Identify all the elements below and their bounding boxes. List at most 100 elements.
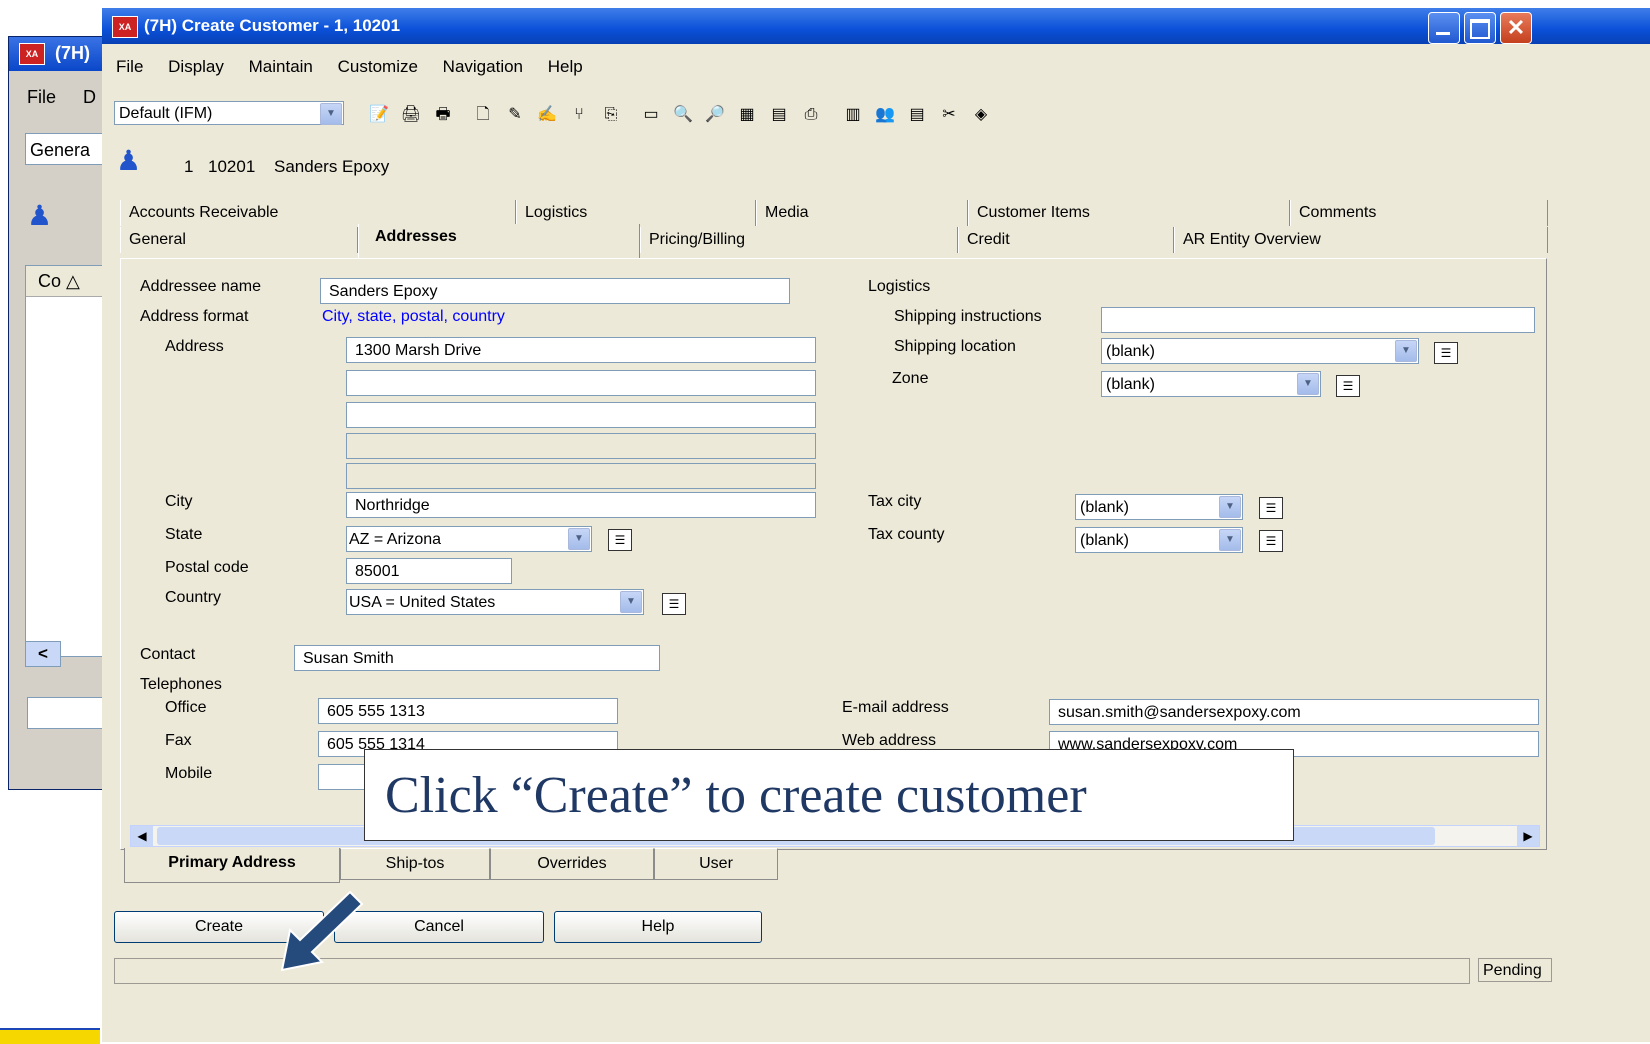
address-format-link[interactable]: City, state, postal, country	[322, 308, 505, 326]
office-phone-field[interactable]: 605 555 1313	[318, 698, 618, 724]
list-icon[interactable]: ▤	[904, 104, 930, 126]
scroll-right-icon[interactable]: ▶	[1517, 826, 1539, 846]
instruction-callout: Click “Create” to create customer	[364, 749, 1294, 841]
tab-media[interactable]: Media	[756, 200, 968, 226]
tax-county-label: Tax county	[868, 526, 945, 543]
bg-menu-file[interactable]: File	[27, 87, 56, 108]
city-field[interactable]: Northridge	[346, 492, 816, 518]
office-label: Office	[165, 699, 207, 716]
tab-ship-tos[interactable]: Ship-tos	[340, 848, 490, 880]
menu-customize[interactable]: Customize	[338, 57, 418, 76]
address-line-3[interactable]	[346, 402, 816, 428]
addressee-name-field[interactable]: Sanders Epoxy	[320, 278, 790, 304]
zone-lookup-icon[interactable]: ☰	[1336, 375, 1360, 397]
mobile-label: Mobile	[165, 765, 213, 782]
note-icon[interactable]: 📝	[366, 104, 392, 126]
city-label: City	[165, 493, 193, 510]
tab-accounts-receivable[interactable]: Accounts Receivable	[120, 200, 516, 226]
export-icon[interactable]: ⎙	[798, 104, 824, 126]
country-select[interactable]: USA = United States ▼	[346, 589, 644, 615]
zone-select[interactable]: (blank) ▼	[1101, 371, 1321, 397]
minimize-button[interactable]	[1428, 12, 1460, 44]
tab-comments[interactable]: Comments	[1290, 200, 1548, 226]
address-line-2[interactable]	[346, 370, 816, 396]
scroll-left-icon[interactable]: ◀	[131, 826, 153, 846]
new-document-icon[interactable]: 🗋	[470, 104, 496, 126]
tax-county-lookup-icon[interactable]: ☰	[1259, 530, 1283, 552]
chevron-down-icon: ▼	[620, 591, 642, 613]
logistics-label: Logistics	[868, 278, 931, 295]
tab-ar-entity-overview[interactable]: AR Entity Overview	[1174, 227, 1548, 253]
tab-pricing-billing[interactable]: Pricing/Billing	[640, 227, 958, 253]
help-button[interactable]: Help	[554, 911, 762, 943]
find-icon[interactable]: 🔍	[670, 104, 696, 126]
contact-field[interactable]: Susan Smith	[294, 645, 660, 671]
window-icon[interactable]: ◈	[968, 104, 994, 126]
app-icon: XA	[19, 43, 45, 65]
address-label: Address	[165, 338, 224, 355]
tools-icon[interactable]: ✂	[936, 104, 962, 126]
tab-user[interactable]: User	[654, 848, 778, 880]
header-customer-number: 10201	[208, 157, 256, 176]
chevron-down-icon: ▼	[568, 528, 590, 550]
tab-general[interactable]: General	[120, 227, 358, 253]
zone-label: Zone	[892, 370, 929, 387]
telephones-label: Telephones	[140, 676, 222, 693]
tab-primary-address[interactable]: Primary Address	[124, 848, 340, 883]
report-icon[interactable]: ▥	[840, 104, 866, 126]
print-icon[interactable]: 🖶	[430, 104, 456, 126]
status-text: Pending	[1478, 958, 1552, 982]
tax-city-lookup-icon[interactable]: ☰	[1259, 497, 1283, 519]
menu-file[interactable]: File	[116, 57, 143, 76]
email-field[interactable]: susan.smith@sandersexpoxy.com	[1049, 699, 1539, 725]
find-next-icon[interactable]: 🔎	[702, 104, 728, 126]
state-select[interactable]: AZ = Arizona ▼	[346, 526, 592, 552]
menu-help[interactable]: Help	[548, 57, 583, 76]
menu-navigation[interactable]: Navigation	[443, 57, 523, 76]
address-line-4	[346, 433, 816, 459]
tab-logistics[interactable]: Logistics	[516, 200, 756, 226]
people-icon[interactable]: 👥	[872, 104, 898, 126]
tax-county-select[interactable]: (blank) ▼	[1075, 527, 1243, 553]
postal-code-field[interactable]: 85001	[346, 558, 512, 584]
tab-addresses[interactable]: Addresses	[358, 224, 640, 258]
email-label: E-mail address	[842, 699, 949, 716]
scroll-left-arrow[interactable]: <	[25, 641, 61, 667]
chevron-down-icon: ▼	[1395, 340, 1417, 362]
view-select[interactable]: Default (IFM) ▼	[114, 101, 344, 125]
shipping-location-select[interactable]: (blank) ▼	[1101, 338, 1419, 364]
header-customer-name: Sanders Epoxy	[274, 157, 390, 176]
card-icon[interactable]: ▭	[638, 104, 664, 126]
contact-label: Contact	[140, 646, 196, 663]
tab-overrides[interactable]: Overrides	[490, 848, 654, 880]
calendar-icon[interactable]: ▦	[734, 104, 760, 126]
edit-icon[interactable]: ✎	[502, 104, 528, 126]
shipping-instructions-field[interactable]	[1101, 307, 1535, 333]
tab-credit[interactable]: Credit	[958, 227, 1174, 253]
menu-display[interactable]: Display	[168, 57, 224, 76]
tax-city-select[interactable]: (blank) ▼	[1075, 494, 1243, 520]
shipping-location-lookup-icon[interactable]: ☰	[1434, 342, 1458, 364]
bg-menu-display[interactable]: D	[83, 87, 96, 108]
address-line-5	[346, 463, 816, 489]
schedule-icon[interactable]: ▤	[766, 104, 792, 126]
state-lookup-icon[interactable]: ☰	[608, 529, 632, 551]
country-lookup-icon[interactable]: ☰	[662, 593, 686, 615]
copy-icon[interactable]: ⎘	[598, 104, 624, 126]
maximize-button[interactable]	[1464, 12, 1496, 44]
postal-code-label: Postal code	[165, 559, 249, 576]
close-button[interactable]: ✕	[1500, 12, 1532, 44]
address-line-1[interactable]: 1300 Marsh Drive	[346, 337, 816, 363]
shipping-instructions-label: Shipping instructions	[894, 308, 1042, 325]
menu-maintain[interactable]: Maintain	[249, 57, 313, 76]
signature-icon[interactable]: ✍	[534, 104, 560, 126]
title-bar: XA (7H) Create Customer - 1, 10201 ✕	[102, 8, 1650, 44]
print-preview-icon[interactable]: 🖨	[398, 104, 424, 126]
customer-icon: ♟	[116, 145, 142, 176]
fax-label: Fax	[165, 732, 192, 749]
tree-icon[interactable]: ⑂	[566, 104, 592, 126]
web-label: Web address	[842, 732, 936, 749]
customer-icon: ♟	[27, 200, 53, 231]
tab-customer-items[interactable]: Customer Items	[968, 200, 1290, 226]
shipping-location-label: Shipping location	[894, 338, 1016, 355]
